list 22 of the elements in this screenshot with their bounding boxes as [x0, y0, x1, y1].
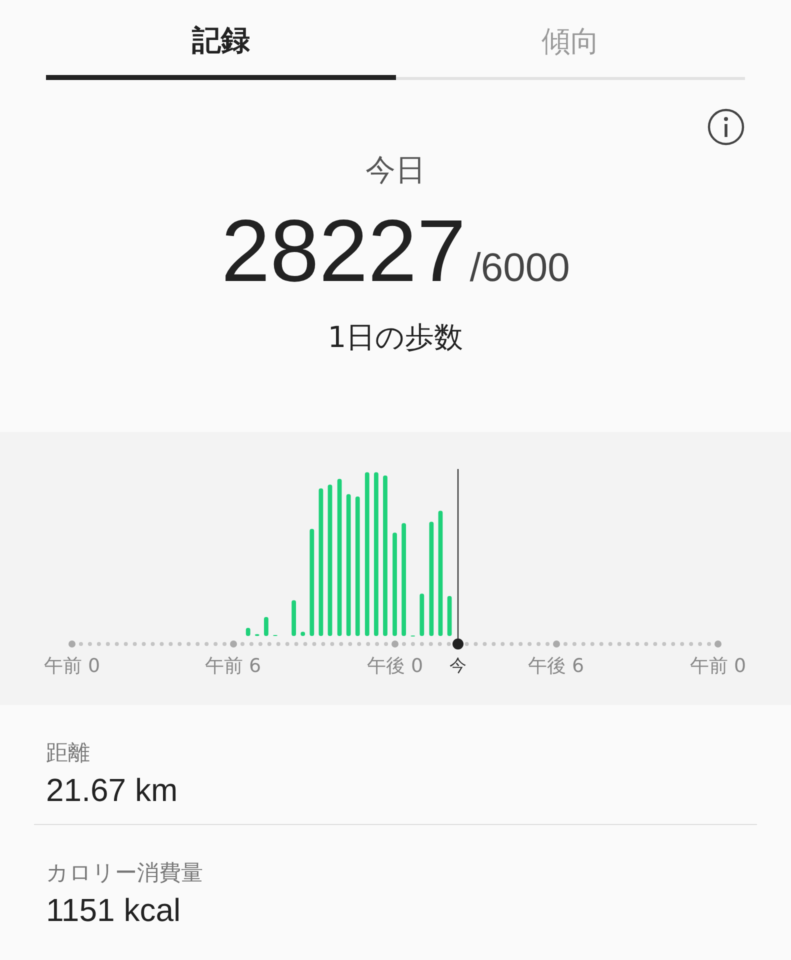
period-label: 今日 [366, 152, 426, 190]
now-label: 今 [450, 654, 466, 678]
axis-label: 午前 6 [204, 654, 262, 678]
step-goal: /6000 [470, 245, 570, 292]
axis-label: 午前 0 [690, 654, 746, 678]
step-bar [246, 627, 250, 636]
step-bar [300, 631, 306, 636]
info-icon[interactable] [707, 108, 745, 146]
step-count: 28227 [221, 207, 466, 295]
step-bar [292, 600, 296, 636]
step-bar [420, 593, 424, 636]
step-bar [264, 616, 268, 636]
axis-label: 午後 0 [366, 654, 424, 678]
step-caption: 1日の歩数 [328, 319, 464, 356]
stat-value: 21.67 km [46, 770, 179, 810]
axis-label: 午前 0 [44, 654, 100, 678]
tab[interactable]: 記録 [46, 0, 396, 80]
stat-value: 1151 kcal [46, 890, 182, 930]
stat-label: カロリー消費量 [46, 860, 204, 888]
step-bar [447, 596, 452, 636]
axis-label: 午後 6 [528, 654, 584, 678]
stat-label: 距離 [46, 740, 91, 768]
